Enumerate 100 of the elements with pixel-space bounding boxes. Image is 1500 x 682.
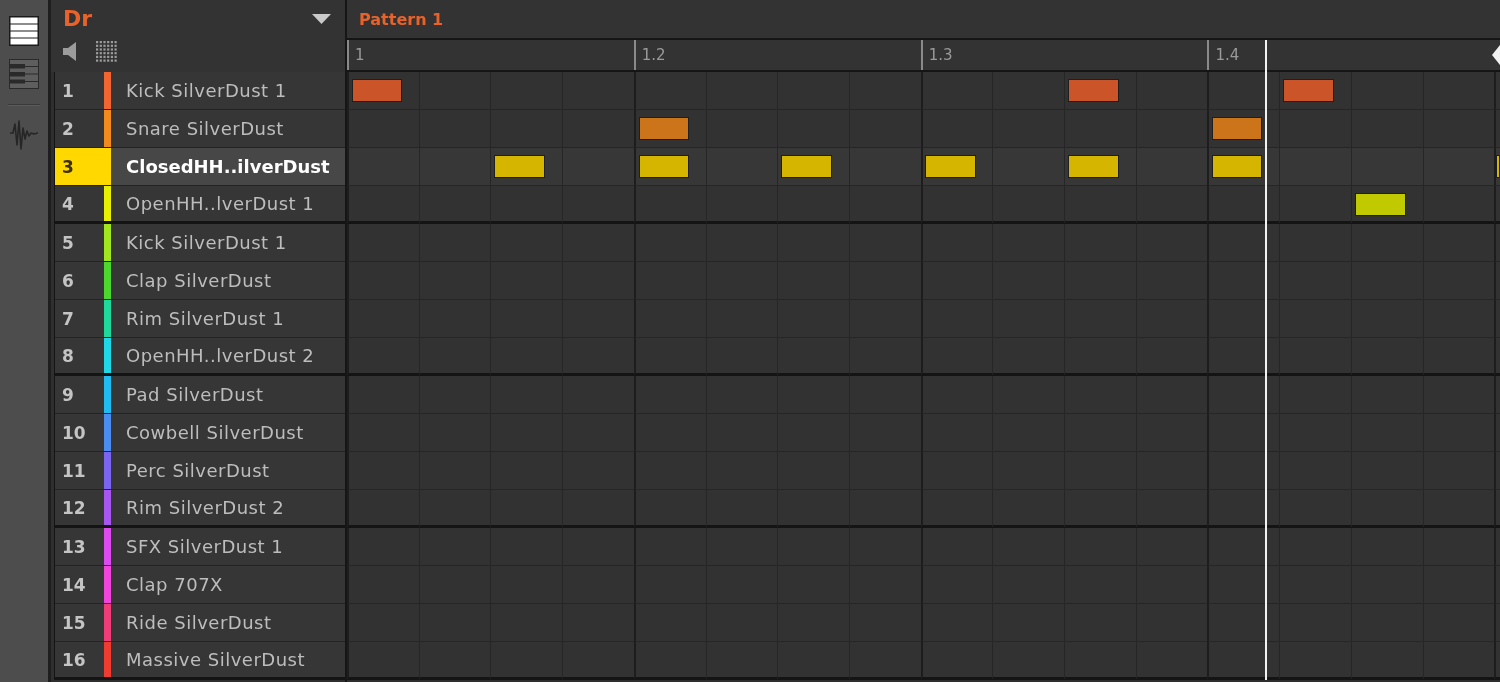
sound-row[interactable]: 8 OpenHH..lverDust 2: [55, 338, 345, 376]
sound-row[interactable]: 6 Clap SilverDust: [55, 262, 345, 300]
step-cell[interactable]: [1422, 642, 1495, 680]
note-block: [638, 155, 689, 178]
sound-row[interactable]: 12 Rim SilverDust 2: [55, 490, 345, 528]
sound-name: Pad SilverDust: [125, 383, 264, 407]
note-block: [1212, 155, 1263, 178]
sound-row[interactable]: 9 Pad SilverDust: [55, 376, 345, 414]
sound-row[interactable]: 3 ClosedHH..ilverDust: [55, 148, 345, 186]
sound-row[interactable]: 5 Kick SilverDust 1: [55, 224, 345, 262]
sound-number: 6: [61, 269, 75, 293]
sound-number: 8: [61, 344, 75, 368]
ruler-label: 1.2: [641, 46, 666, 64]
sound-number: 1: [61, 79, 75, 103]
sound-number: 7: [61, 307, 75, 331]
sound-row[interactable]: 13 SFX SilverDust 1: [55, 528, 345, 566]
sound-number: 13: [61, 535, 87, 559]
step-cell[interactable]: [1207, 642, 1280, 680]
keyboard-view-button[interactable]: [9, 59, 39, 89]
sound-number: 5: [61, 231, 75, 255]
sound-name: Kick SilverDust 1: [125, 79, 287, 103]
waveform-icon: [10, 119, 38, 151]
step-cell[interactable]: [1064, 148, 1136, 186]
step-cell[interactable]: [1135, 642, 1208, 680]
step-cell[interactable]: [1207, 110, 1280, 148]
sound-row[interactable]: 14 Clap 707X: [55, 566, 345, 604]
ruler-label: 1: [355, 46, 365, 64]
step-cell[interactable]: [992, 642, 1065, 680]
step-cell[interactable]: [1064, 642, 1136, 680]
dropdown-caret-icon[interactable]: [312, 14, 331, 25]
sound-name: OpenHH..lverDust 2: [125, 344, 315, 368]
sound-name: Rim SilverDust 1: [125, 307, 285, 331]
step-cell[interactable]: [777, 642, 849, 680]
sound-name: Clap SilverDust: [125, 269, 272, 293]
sound-number: 9: [61, 383, 75, 407]
note-block: [1282, 79, 1334, 102]
sound-name: OpenHH..lverDust 1: [125, 192, 315, 216]
list-icon: [9, 16, 39, 46]
sound-name: Massive SilverDust: [125, 648, 306, 672]
sound-name: Clap 707X: [125, 573, 223, 597]
note-block: [494, 155, 546, 178]
step-cell[interactable]: [347, 72, 419, 110]
sound-name: Cowbell SilverDust: [125, 421, 304, 445]
sound-number: 3: [55, 148, 104, 185]
sound-number: 14: [61, 573, 87, 597]
sound-row[interactable]: 11 Perc SilverDust: [55, 452, 345, 490]
step-cell[interactable]: [633, 110, 706, 148]
step-cell[interactable]: [490, 148, 563, 186]
sound-row[interactable]: 2 Snare SilverDust: [55, 110, 345, 148]
sound-number: 16: [61, 648, 87, 672]
sound-row[interactable]: 7 Rim SilverDust 1: [55, 300, 345, 338]
playhead-line[interactable]: [1264, 40, 1267, 72]
note-block: [1067, 155, 1119, 178]
sound-row[interactable]: 4 OpenHH..lverDust 1: [55, 186, 345, 224]
sound-number: 2: [61, 117, 75, 141]
step-cell[interactable]: [633, 642, 706, 680]
sound-row[interactable]: 10 Cowbell SilverDust: [55, 414, 345, 452]
step-cell[interactable]: [1350, 642, 1423, 680]
note-block: [1354, 193, 1406, 216]
sound-row[interactable]: 15 Ride SilverDust: [55, 604, 345, 642]
note-block: [1067, 79, 1119, 102]
sound-name: Rim SilverDust 2: [125, 496, 285, 520]
sound-name: ClosedHH..ilverDust: [125, 155, 330, 179]
sound-name: Snare SilverDust: [125, 117, 284, 141]
sound-row[interactable]: 1 Kick SilverDust 1: [55, 72, 345, 110]
sound-name: SFX SilverDust 1: [125, 535, 284, 559]
sound-row[interactable]: 16 Massive SilverDust: [55, 642, 345, 680]
sampling-button[interactable]: [10, 119, 38, 151]
speaker-icon[interactable]: [63, 41, 76, 61]
step-cell[interactable]: [920, 642, 993, 680]
sound-number: 15: [61, 611, 87, 635]
sound-name: Kick SilverDust 1: [125, 231, 287, 255]
step-cell[interactable]: [777, 148, 849, 186]
loop-end-marker-icon[interactable]: [1492, 45, 1500, 65]
group-name[interactable]: Dr: [63, 6, 93, 33]
step-cell[interactable]: [1279, 72, 1351, 110]
step-cell[interactable]: [848, 642, 921, 680]
step-cell[interactable]: [1207, 148, 1280, 186]
step-cell[interactable]: [1279, 642, 1351, 680]
step-cell[interactable]: [920, 148, 993, 186]
sound-name: Ride SilverDust: [125, 611, 272, 635]
grid-icon[interactable]: [96, 40, 117, 62]
note-block: [351, 79, 402, 102]
step-cell[interactable]: [1494, 642, 1500, 680]
note-block: [781, 155, 832, 178]
step-cell[interactable]: [347, 642, 419, 680]
step-cell[interactable]: [705, 642, 778, 680]
list-view-button[interactable]: [9, 16, 39, 46]
sound-number: 12: [61, 496, 87, 520]
step-cell[interactable]: [418, 642, 491, 680]
pattern-name[interactable]: Pattern 1: [359, 9, 444, 29]
note-block: [638, 117, 689, 140]
step-cell[interactable]: [490, 642, 563, 680]
step-cell[interactable]: [633, 148, 706, 186]
note-block: [925, 155, 976, 178]
step-cell[interactable]: [1494, 148, 1500, 186]
sound-number: 10: [61, 421, 87, 445]
step-cell[interactable]: [562, 642, 634, 680]
step-cell[interactable]: [1064, 72, 1136, 110]
ruler-label: 1.3: [928, 46, 953, 64]
